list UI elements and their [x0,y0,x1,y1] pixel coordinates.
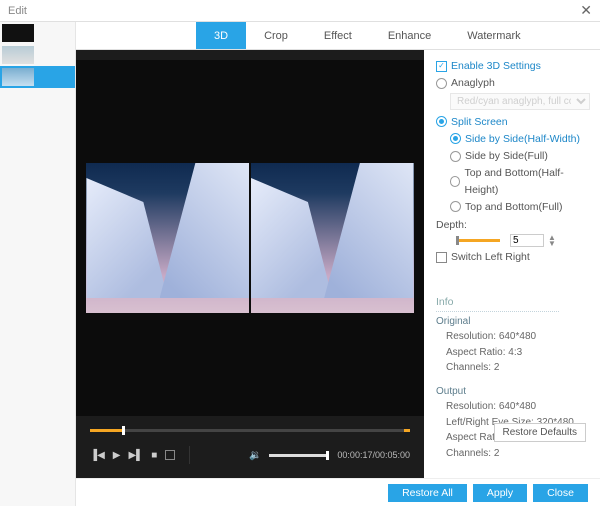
volume-icon[interactable]: 🔉 [249,450,261,461]
tab-half-radio[interactable] [450,176,460,187]
switch-lr-checkbox[interactable]: ✓ [436,252,447,263]
preview-right-eye [251,163,414,313]
clip-thumb-selected[interactable] [0,66,75,88]
restore-all-button[interactable]: Restore All [388,484,467,502]
settings-panel: ✓ Enable 3D Settings Anaglyph Red/cyan a… [424,50,600,478]
volume-slider[interactable] [269,454,329,457]
anaglyph-label: Anaglyph [451,75,495,91]
restore-defaults-button[interactable]: Restore Defaults [494,423,586,442]
clip-thumb[interactable] [0,44,75,66]
playback-time: 00:00:17/00:05:00 [337,450,410,460]
sbs-full-label: Side by Side(Full) [465,148,548,164]
enable-3d-checkbox[interactable]: ✓ [436,61,447,72]
timeline[interactable] [76,420,424,440]
original-channels: Channels: 2 [436,360,590,376]
anaglyph-select: Red/cyan anaglyph, full color [450,93,590,110]
splitscreen-label: Split Screen [451,114,508,130]
apply-button[interactable]: Apply [473,484,527,502]
output-channels: Channels: 2 [436,446,590,462]
tab-enhance[interactable]: Enhance [370,22,449,49]
info-header: Info [436,294,559,312]
video-preview[interactable] [76,60,424,416]
sbs-half-label: Side by Side(Half-Width) [465,131,580,147]
switch-lr-label: Switch Left Right [451,249,530,265]
clip-thumb[interactable] [0,22,75,44]
preview-left-eye [86,163,249,313]
tab-full-label: Top and Bottom(Full) [465,199,562,215]
window-title: Edit [8,5,27,17]
depth-slider[interactable] [456,239,500,242]
sbs-half-radio[interactable] [450,133,461,144]
tab-watermark[interactable]: Watermark [449,22,538,49]
next-icon[interactable]: ▶▌ [128,450,143,461]
snapshot-icon[interactable] [165,450,175,460]
depth-input[interactable] [510,234,544,247]
tab-full-radio[interactable] [450,201,461,212]
depth-label: Depth: [436,217,467,233]
original-aspect: Aspect Ratio: 4:3 [436,345,590,361]
stop-icon[interactable]: ■ [151,450,157,461]
prev-icon[interactable]: ▐◀ [90,450,105,461]
clip-sidebar [0,22,76,506]
enable-3d-label: Enable 3D Settings [451,58,541,74]
output-label: Output [436,384,590,400]
output-resolution: Resolution: 640*480 [436,399,590,415]
depth-stepper-icon[interactable]: ▲▼ [548,235,556,247]
tab-half-label: Top and Bottom(Half-Height) [464,165,590,198]
original-label: Original [436,314,590,330]
anaglyph-radio[interactable] [436,78,447,89]
splitscreen-radio[interactable] [436,116,447,127]
close-button[interactable]: Close [533,484,588,502]
sbs-full-radio[interactable] [450,151,461,162]
play-icon[interactable]: ▶ [113,450,121,461]
original-resolution: Resolution: 640*480 [436,329,590,345]
tab-effect[interactable]: Effect [306,22,370,49]
preview-pane: ▐◀ ▶ ▶▌ ■ 🔉 00:00:17/00:05:00 [76,50,424,478]
tab-3d[interactable]: 3D [196,22,246,49]
tab-crop[interactable]: Crop [246,22,306,49]
tab-bar: 3D Crop Effect Enhance Watermark [76,22,600,50]
close-icon[interactable]: ✕ [580,2,592,19]
